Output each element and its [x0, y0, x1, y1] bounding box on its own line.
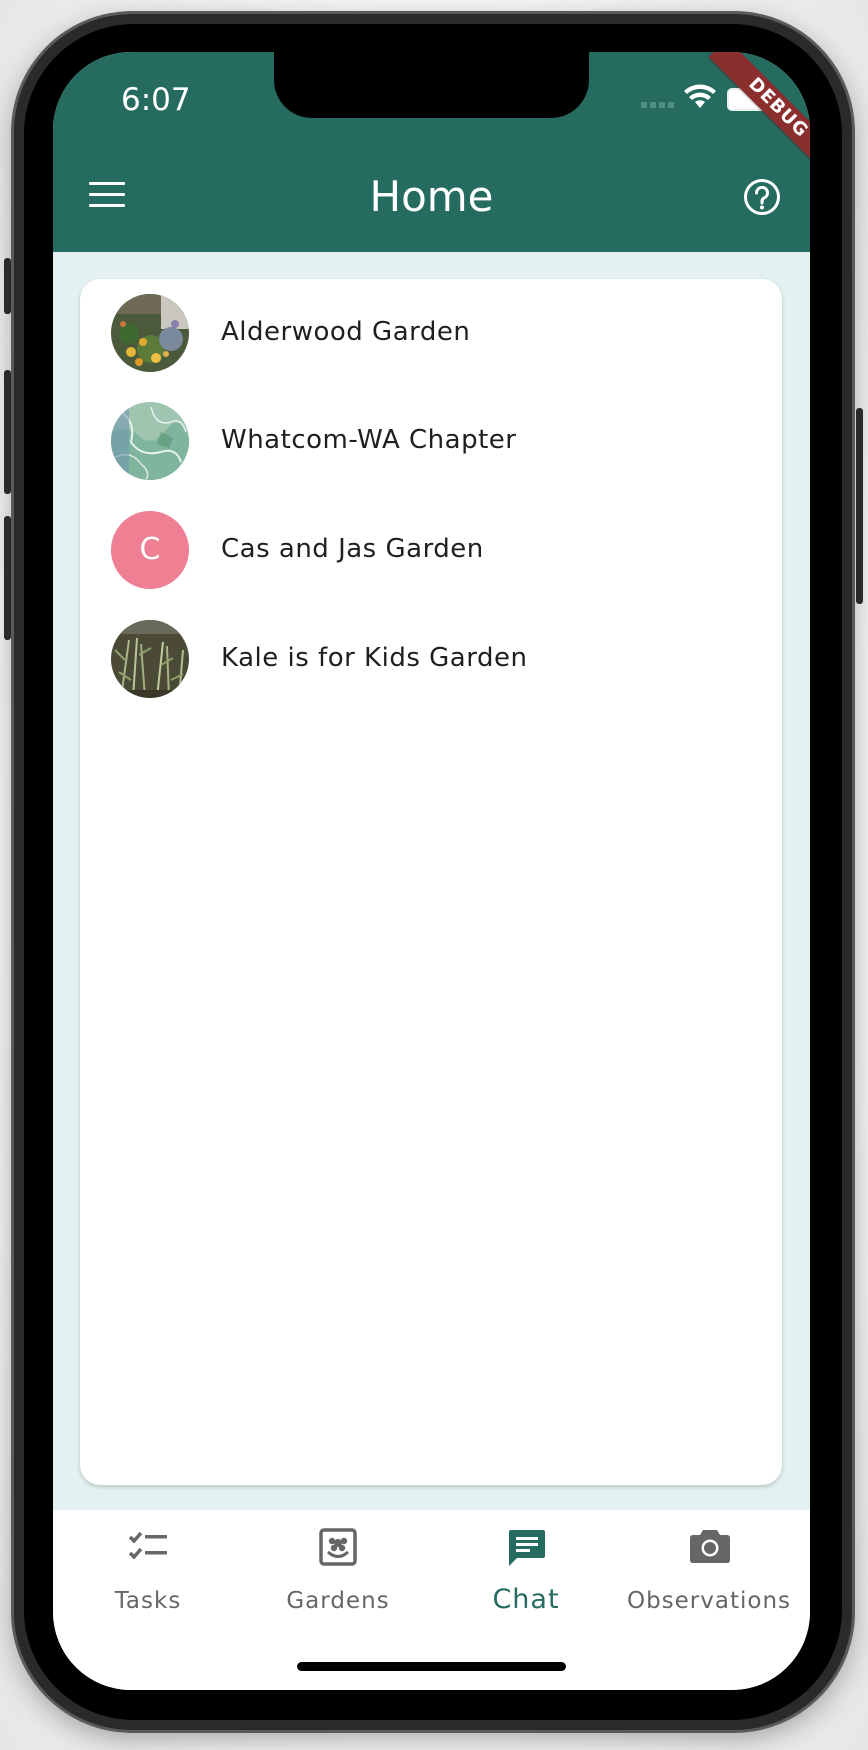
nav-item-chat[interactable]: Chat [431, 1510, 621, 1622]
nav-item-tasks[interactable]: Tasks [53, 1510, 243, 1622]
chat-list-item[interactable]: Whatcom-WA Chapter [80, 387, 782, 495]
chat-name: Alderwood Garden [221, 317, 471, 347]
chat-list-card: Alderwood Garden Whatcom-WA Chapter C Ca… [80, 279, 782, 1485]
app-screen: 6:07 DEBUG Home Alderwood Garden Whatcom… [53, 52, 810, 1690]
garden-icon [319, 1528, 357, 1566]
volume-up-button [4, 370, 11, 494]
mute-switch [4, 258, 11, 314]
nav-label-tasks: Tasks [114, 1588, 182, 1614]
camera-icon [690, 1530, 730, 1563]
nav-label-observations: Observations [626, 1588, 792, 1614]
avatar [111, 620, 189, 698]
checklist-icon [128, 1531, 167, 1560]
chat-name: Whatcom-WA Chapter [221, 425, 517, 455]
nav-item-gardens[interactable]: Gardens [243, 1510, 433, 1622]
wifi-icon [684, 84, 716, 108]
volume-down-button [4, 516, 11, 640]
nav-item-observations[interactable]: Observations [609, 1510, 809, 1622]
camera-notch [274, 52, 589, 118]
app-bar: 6:07 DEBUG Home [53, 52, 810, 252]
home-indicator[interactable] [297, 1662, 566, 1671]
flowers-photo [111, 294, 189, 372]
nav-label-gardens: Gardens [286, 1588, 390, 1614]
chat-list-item[interactable]: C Cas and Jas Garden [80, 496, 782, 604]
nav-label-chat: Chat [492, 1584, 560, 1615]
chat-icon [509, 1530, 545, 1566]
avatar [111, 402, 189, 480]
map-photo [111, 402, 189, 480]
garden-bed-photo [111, 620, 189, 698]
page-title: Home [369, 172, 494, 221]
chat-name: Cas and Jas Garden [221, 534, 484, 564]
signal-icon [641, 102, 675, 108]
chat-list-item[interactable]: Kale is for Kids Garden [80, 605, 782, 713]
status-time: 6:07 [121, 82, 191, 118]
chat-name: Kale is for Kids Garden [221, 643, 528, 673]
avatar [111, 294, 189, 372]
debug-banner: DEBUG [708, 52, 810, 178]
avatar: C [111, 511, 189, 589]
chat-list-item[interactable]: Alderwood Garden [80, 279, 782, 387]
power-button [856, 408, 863, 604]
help-circle-icon[interactable] [743, 178, 781, 216]
